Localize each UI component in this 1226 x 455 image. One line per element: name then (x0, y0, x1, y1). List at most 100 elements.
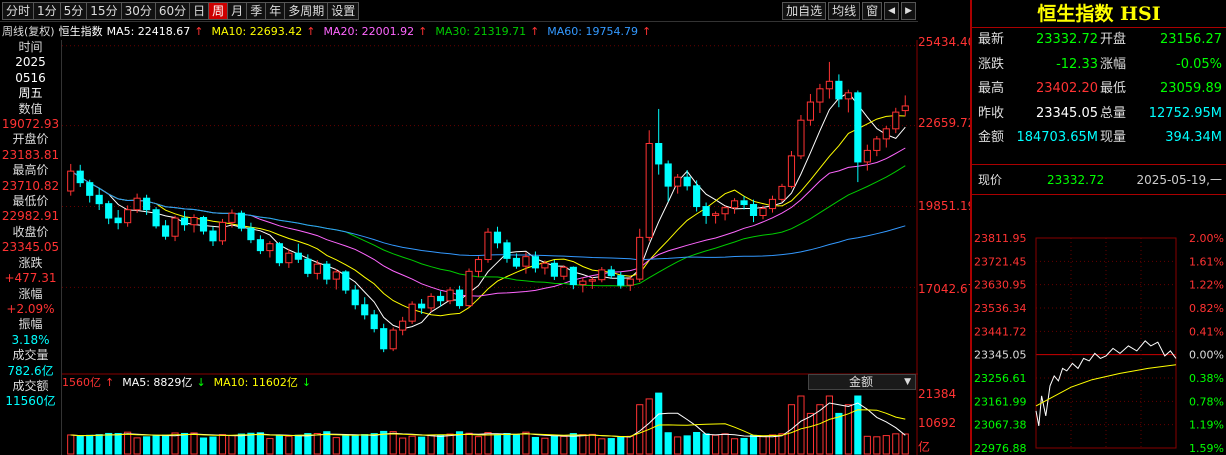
info-label: 成交量 (12, 348, 49, 363)
volume-bar (474, 436, 483, 455)
candle-body (749, 204, 758, 216)
period-tab[interactable]: 季 (247, 1, 267, 20)
candle-body (825, 80, 833, 90)
candle-body (124, 209, 132, 224)
period-tab[interactable]: 年 (266, 1, 286, 20)
period-tab[interactable]: 5分 (60, 1, 88, 20)
volume-ma10-arrow: ↓ (301, 376, 312, 389)
info-label: 时间 (18, 40, 43, 54)
period-tab[interactable]: 分时 (2, 1, 35, 20)
ma5-value: MA5: 22418.67 ↑ (107, 25, 208, 38)
volume-bar (598, 438, 606, 455)
info-value: 23345.05 (1, 240, 60, 255)
candle-body (190, 217, 198, 226)
info-label: 数值 (18, 101, 43, 116)
index-name: 恒生指数 (58, 25, 103, 38)
nav-left-button[interactable]: ◀ (884, 2, 900, 20)
ma60-arrow: ↑ (641, 24, 652, 38)
candle-body (588, 279, 596, 282)
volume-bar (588, 433, 596, 455)
quote-title: 恒生指数 HSI (972, 0, 1226, 28)
info-label: 开盘价 (12, 132, 49, 147)
period-tab[interactable]: 设置 (328, 1, 360, 20)
volume-bar (294, 434, 302, 455)
volume-axis-unit: 亿 (918, 440, 931, 454)
volume-ma10: MA10: 11602亿 ↓ (214, 374, 315, 390)
period-tab[interactable]: 月 (228, 1, 248, 20)
volume-axis-label: 10692 (918, 416, 957, 430)
info-value: 11560亿 (5, 394, 56, 409)
candle-body (86, 182, 94, 196)
intraday-svg[interactable]: 23811.95 2.00% 23721.45 1.61% 23630.95 1.22% 2… (972, 232, 1226, 455)
info-label: 最低价 (12, 194, 49, 209)
stock-terminal: 分时 1分 5分 15分 30分 60分日周月季年多周期 设置 加自选 均线 窗 ◀ ▶ 周… (0, 0, 1226, 455)
quote-label: 最新 (978, 32, 1005, 47)
candle-body (740, 200, 748, 206)
candle-body (446, 289, 454, 302)
info-value: 19072.93 (1, 117, 60, 132)
ma60-text: MA60: 19754.79 (547, 24, 638, 38)
volume-bar (218, 434, 227, 455)
volume-bar (730, 438, 739, 455)
ma30-arrow: ↑ (530, 24, 540, 38)
candle-body (313, 263, 321, 274)
candle-body (806, 101, 815, 121)
volume-bar (797, 395, 805, 455)
candle-body (171, 217, 179, 237)
quote-label: 金额 (978, 130, 1005, 145)
intraday-chart[interactable]: 23811.95 2.00% 23721.45 1.61% 23630.95 1.22% 2… (972, 232, 1226, 455)
candle-body (95, 194, 103, 205)
period-tab[interactable]: 日 (190, 1, 210, 20)
volume-ma5-text: MA5: 8829亿 (122, 376, 193, 389)
period-tab[interactable]: 多周期 (285, 1, 329, 20)
volume-bar (361, 434, 369, 455)
quote-value: 23059.89 (1159, 81, 1222, 96)
nav-right-button[interactable]: ▶ (901, 2, 916, 20)
cursor-info-panel: 时间 2025 0516 周五 数值 19072.93 开盘价 23183.81 最高价 2371… (0, 40, 62, 455)
candle-body (693, 185, 701, 208)
price-axis-label: 17042.67 (918, 282, 976, 296)
volume-bar (446, 433, 454, 455)
candle-body (275, 243, 283, 264)
volume-bar (863, 435, 871, 455)
period-tab[interactable]: 周 (209, 1, 229, 20)
kline-chart[interactable] (62, 40, 918, 455)
volume-bar (617, 436, 625, 455)
candle-body (370, 314, 378, 330)
quote-row: 最新 23332.72 开盘 23156.27 (972, 28, 1226, 53)
candle-body (645, 143, 653, 238)
volume-bar (493, 434, 502, 455)
candle-body (863, 149, 871, 163)
period-tab[interactable]: 60分 (155, 1, 191, 20)
ma10-value: MA10: 22693.42 ↑ (212, 25, 320, 38)
volume-indicator-select[interactable]: 金额 ▼ (808, 374, 916, 390)
volume-bar (882, 435, 890, 455)
volume-bar (674, 436, 682, 455)
volume-bar (76, 435, 84, 455)
intraday-price-label: 23811.95 (974, 232, 1027, 245)
info-value: 22982.91 (1, 209, 60, 224)
volume-bar (522, 431, 530, 455)
add-watchlist-button[interactable]: 加自选 (782, 2, 827, 20)
kline-svg[interactable] (62, 40, 918, 455)
candle-body (455, 289, 464, 307)
volume-bar (266, 438, 274, 455)
ma10-arrow: ↑ (306, 24, 316, 38)
ma-toggle-button[interactable]: 均线 (828, 2, 861, 20)
period-tab[interactable]: 15分 (87, 1, 122, 20)
candle-body (304, 258, 312, 274)
period-tab[interactable]: 1分 (34, 1, 61, 20)
info-value: 3.18% (11, 332, 50, 347)
info-value: 周五 (18, 86, 43, 101)
volume-bar (835, 412, 843, 455)
candle-body (607, 269, 615, 277)
candle-body (655, 143, 663, 165)
candle-body (152, 209, 160, 227)
period-tab[interactable]: 30分 (121, 1, 156, 20)
intraday-price-label: 23345.05 (974, 349, 1027, 362)
volume-bar (531, 436, 539, 455)
window-button[interactable]: 窗 (862, 2, 883, 20)
candle-body (465, 270, 473, 307)
volume-bar (228, 435, 236, 455)
info-value: +477.31 (4, 271, 57, 286)
